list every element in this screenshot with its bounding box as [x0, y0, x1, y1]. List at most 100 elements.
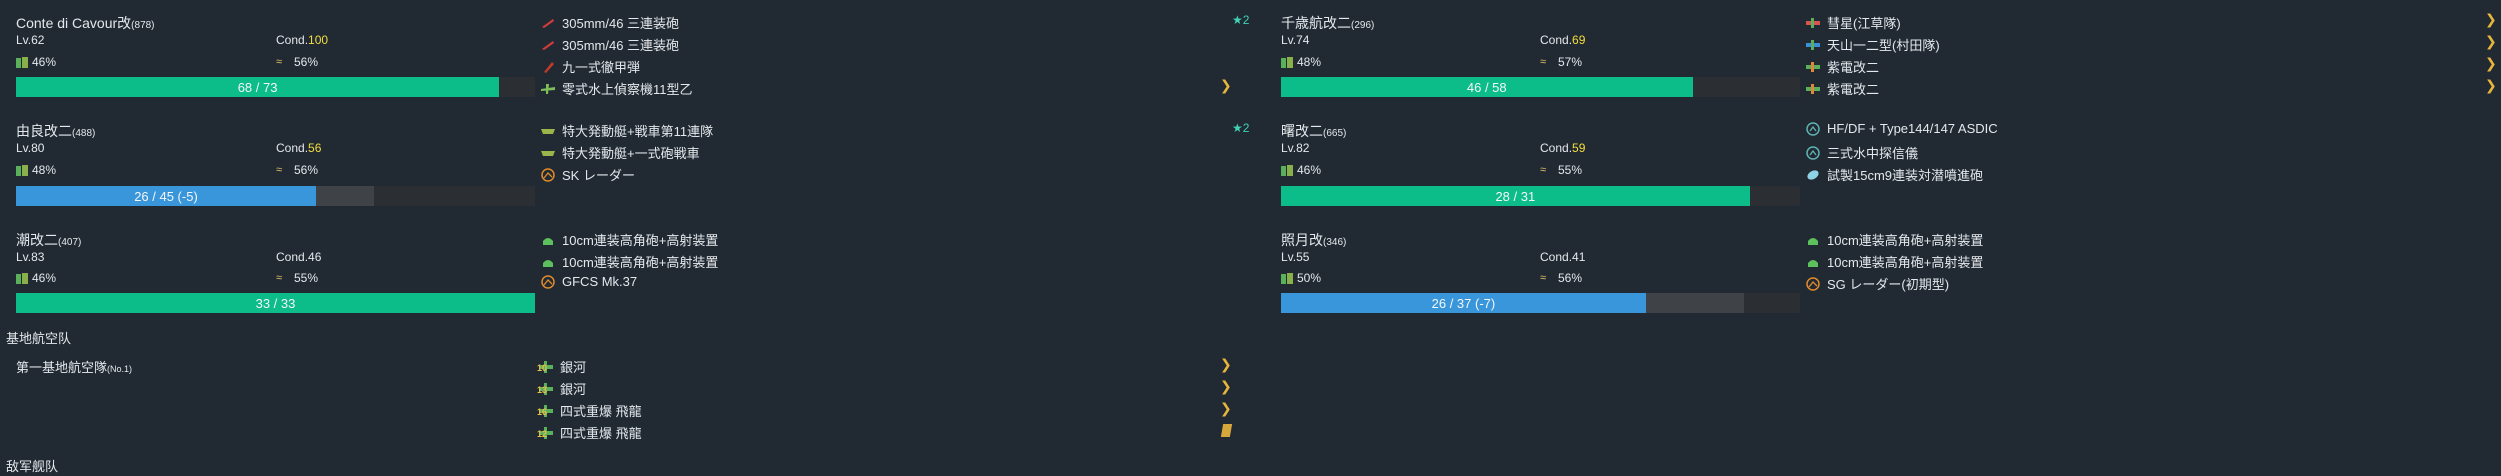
ammo-value: 56%	[1558, 271, 1583, 285]
ammo-value: 56%	[294, 55, 319, 69]
equip-slot[interactable]: 紫電改二	[1805, 79, 1879, 98]
squadron-name: 銀河	[560, 360, 587, 375]
cond-label: Cond.	[276, 141, 309, 155]
equip-name: 10cm連装高角砲+高射装置	[562, 233, 719, 248]
chevron-right-icon[interactable]: ❯	[2485, 55, 2497, 72]
fuel-stat: 48%	[1281, 55, 1321, 69]
land-bomber-icon: 12	[537, 426, 554, 440]
fuel-stat: 46%	[1281, 163, 1321, 177]
equip-slot[interactable]: 10cm連装高角砲+高射装置	[540, 252, 718, 271]
aa-gun-icon	[1805, 233, 1821, 247]
ship-id: (665)	[1323, 128, 1347, 139]
chevron-right-icon[interactable]: ❯	[2485, 11, 2497, 28]
equip-slot[interactable]: SK レーダー	[540, 165, 635, 184]
ammo-icon: ≈	[276, 164, 283, 176]
enemy-fleet-section-title: 敌军舰队	[6, 459, 59, 474]
fuel-stat: 46%	[16, 55, 56, 69]
proficiency-bar-icon[interactable]	[1220, 424, 1233, 437]
ship-level: Lv.74	[1281, 33, 1310, 47]
equip-slot[interactable]: 試製15cm9連装対潜噴進砲	[1805, 165, 1983, 184]
fuel-value: 46%	[32, 55, 57, 69]
equip-slot[interactable]: 特大発動艇+戦車第11連隊	[540, 121, 713, 140]
ammo-icon: ≈	[276, 56, 283, 68]
hp-text: 33 / 33	[255, 295, 296, 311]
ship-level: Lv.82	[1281, 141, 1310, 155]
fuel-value: 46%	[32, 271, 57, 285]
fuel-icon	[1281, 164, 1293, 176]
equip-slot[interactable]: 10cm連装高角砲+高射装置	[1805, 252, 1983, 271]
cond-value: 41	[1572, 250, 1586, 264]
squadron-count: 13	[537, 384, 548, 395]
chevron-right-icon[interactable]: ❯	[2485, 33, 2497, 50]
equip-name: 305mm/46 三連装砲	[562, 38, 680, 53]
hp-bar: 46 / 58	[1281, 77, 1800, 97]
ship-cond: Cond.100	[276, 33, 328, 47]
cond-label: Cond.	[1540, 33, 1573, 47]
chevron-right-icon[interactable]: ❯	[1220, 356, 1232, 373]
hp-bar: 68 / 73	[16, 77, 535, 97]
equip-slot[interactable]: 305mm/46 三連装砲	[540, 35, 679, 54]
equip-slot[interactable]: 彗星(江草隊)	[1805, 13, 1901, 32]
ammo-icon: ≈	[1540, 164, 1547, 176]
squadron-slot[interactable]: 10 銀河	[537, 357, 587, 376]
equip-slot[interactable]: HF/DF + Type144/147 ASDIC	[1805, 121, 1998, 136]
ammo-value: 56%	[294, 163, 319, 177]
ammo-stat: ≈56%	[276, 55, 318, 69]
equip-slot[interactable]: SG レーダー(初期型)	[1805, 274, 1949, 293]
equip-name: HF/DF + Type144/147 ASDIC	[1827, 121, 1998, 136]
squadron-slot[interactable]: 12 四式重爆 飛龍	[537, 423, 642, 442]
ap-shell-icon	[540, 60, 556, 74]
ship-cond: Cond.59	[1540, 141, 1585, 155]
cond-value: 59	[1572, 141, 1586, 155]
ship-cond: Cond.46	[276, 250, 321, 264]
fuel-icon	[16, 164, 28, 176]
squadron-slot[interactable]: 13 銀河	[537, 379, 586, 398]
ship-name-text: 曙改二	[1281, 123, 1323, 139]
seaplane-icon	[540, 82, 556, 96]
equip-name: 10cm連装高角砲+高射装置	[1827, 255, 1984, 270]
equip-slot[interactable]: 10cm連装高角砲+高射装置	[540, 230, 718, 249]
chevron-right-icon[interactable]: ❯	[2485, 77, 2497, 94]
chevron-right-icon[interactable]: ❯	[1220, 77, 1232, 94]
equip-name: 九一式徹甲弾	[562, 60, 641, 75]
equip-slot[interactable]: 天山一二型(村田隊)	[1805, 35, 1940, 54]
ammo-stat: ≈56%	[1540, 271, 1582, 285]
cond-label: Cond.	[1540, 250, 1573, 264]
equip-name: 三式水中探信儀	[1827, 146, 1919, 161]
aa-gun-icon	[1805, 255, 1821, 269]
ship-name-text: 由良改二	[16, 123, 72, 139]
ship-id: (296)	[1351, 20, 1375, 31]
equip-slot[interactable]: 零式水上偵察機11型乙	[540, 79, 693, 98]
equip-slot[interactable]: GFCS Mk.37	[540, 274, 637, 289]
equip-slot[interactable]: 九一式徹甲弾	[540, 57, 640, 76]
equip-name: 特大発動艇+戦車第11連隊	[562, 124, 714, 139]
ammo-stat: ≈57%	[1540, 55, 1582, 69]
equip-slot[interactable]: 305mm/46 三連装砲	[540, 13, 679, 32]
big-gun-icon	[540, 38, 556, 52]
fuel-icon	[1281, 56, 1293, 68]
cond-label: Cond.	[276, 33, 309, 47]
ship-name-text: 潮改二	[16, 232, 58, 248]
fighter-icon	[1805, 82, 1821, 96]
ship-cond: Cond.69	[1540, 33, 1585, 47]
fuel-value: 46%	[1297, 163, 1322, 177]
ship-name-text: 千歳航改二	[1281, 15, 1351, 31]
depth-charge-icon	[1805, 168, 1821, 182]
ship-id: (488)	[72, 128, 96, 139]
equip-slot[interactable]: 三式水中探信儀	[1805, 143, 1918, 162]
big-gun-icon	[540, 16, 556, 30]
equip-slot[interactable]: 10cm連装高角砲+高射装置	[1805, 230, 1983, 249]
fighter-icon	[1805, 60, 1821, 74]
fuel-value: 48%	[1297, 55, 1322, 69]
ship-name: 曙改二(665)	[1281, 121, 1346, 141]
improvement-star: ★2	[1232, 121, 1250, 135]
squadron-slot[interactable]: 16 四式重爆 飛龍	[537, 401, 642, 420]
fuel-icon	[16, 56, 28, 68]
equip-slot[interactable]: 特大発動艇+一式砲戦車	[540, 143, 700, 162]
chevron-right-icon[interactable]: ❯	[1220, 400, 1232, 417]
ship-level: Lv.62	[16, 33, 45, 47]
landing-craft-icon	[540, 124, 556, 138]
chevron-right-icon[interactable]: ❯	[1220, 378, 1232, 395]
equip-slot[interactable]: 紫電改二	[1805, 57, 1879, 76]
hp-bar: 26 / 37 (-7)	[1281, 293, 1800, 313]
